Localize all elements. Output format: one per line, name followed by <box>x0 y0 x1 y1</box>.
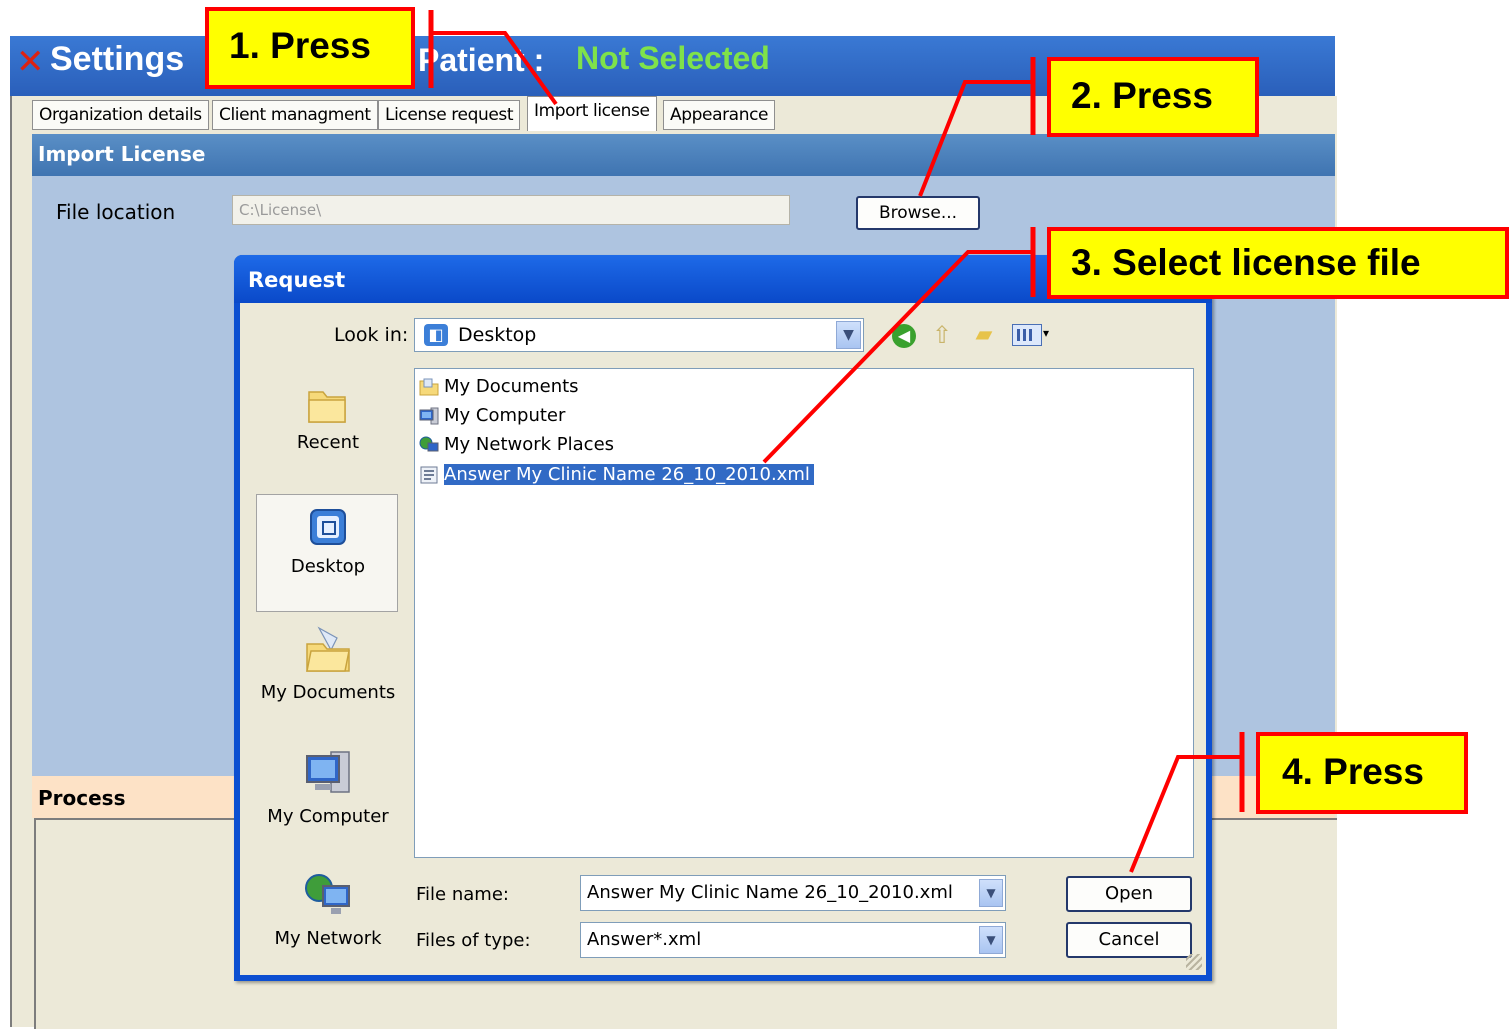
xml-file-icon <box>420 466 438 484</box>
import-license-header <box>32 134 1335 176</box>
file-location-input[interactable]: C:\License\ <box>232 195 790 225</box>
my-computer-icon <box>306 751 350 793</box>
place-my-computer[interactable]: My Computer <box>256 748 400 827</box>
patient-label: Patient : <box>418 42 545 78</box>
callout-step-2: 2. Press <box>1047 57 1259 137</box>
patient-value: Not Selected <box>576 40 770 76</box>
file-name-input[interactable]: Answer My Clinic Name 26_10_2010.xml ▼ <box>580 875 1006 911</box>
views-menu-icon[interactable] <box>1012 324 1042 346</box>
tab-import-license[interactable]: Import license <box>527 96 657 131</box>
up-folder-icon[interactable]: ⇧ <box>930 322 954 348</box>
place-label: My Network <box>274 928 382 949</box>
tab-appearance[interactable]: Appearance <box>663 100 776 130</box>
tab-organization-details[interactable]: Organization details <box>32 100 209 130</box>
place-my-network[interactable]: My Network <box>256 870 400 949</box>
callout-step-4: 4. Press <box>1256 732 1468 814</box>
my-network-icon <box>305 874 350 914</box>
chevron-down-icon[interactable]: ▼ <box>836 321 861 349</box>
tab-license-request[interactable]: License request <box>378 100 521 130</box>
file-item-label: My Network Places <box>444 434 615 455</box>
file-item-label: My Documents <box>444 376 579 397</box>
my-documents-icon <box>419 378 439 396</box>
process-title: Process <box>38 786 126 810</box>
file-item-my-documents[interactable]: My Documents <box>418 374 579 400</box>
back-icon[interactable]: ◀ <box>892 324 916 348</box>
file-name-label: File name: <box>416 884 509 905</box>
file-type-value: Answer*.xml <box>587 929 702 950</box>
callout-step-1: 1. Press <box>205 7 415 89</box>
views-dropdown-icon[interactable]: ▾ <box>1043 326 1049 340</box>
look-in-value: Desktop <box>458 324 537 346</box>
place-label: My Documents <box>260 682 396 703</box>
look-in-label: Look in: <box>334 324 409 346</box>
browse-button[interactable]: Browse... <box>856 196 980 230</box>
my-documents-icon <box>306 626 350 672</box>
place-label: My Computer <box>267 806 389 827</box>
file-type-select[interactable]: Answer*.xml ▼ <box>580 922 1006 958</box>
place-my-documents[interactable]: My Documents <box>256 624 400 703</box>
file-item-label: My Computer <box>444 405 566 426</box>
window-title: Settings <box>50 40 185 78</box>
place-label: Recent <box>296 432 360 453</box>
network-places-icon <box>419 436 439 452</box>
new-folder-icon[interactable]: ▰ <box>970 322 998 348</box>
app-logo-icon: ✕ <box>16 42 45 82</box>
place-desktop[interactable]: Desktop <box>256 506 400 577</box>
cancel-button[interactable]: Cancel <box>1066 922 1192 958</box>
chevron-down-icon[interactable]: ▼ <box>979 879 1003 907</box>
my-computer-icon <box>419 407 439 425</box>
desktop-icon <box>310 509 346 545</box>
file-item-label: Answer My Clinic Name 26_10_2010.xml <box>444 464 814 485</box>
file-location-label: File location <box>56 200 176 224</box>
import-license-title: Import License <box>38 142 206 166</box>
file-name-value: Answer My Clinic Name 26_10_2010.xml <box>587 882 953 903</box>
file-item-my-network-places[interactable]: My Network Places <box>418 432 614 458</box>
dialog-title: Request <box>248 268 346 292</box>
desktop-icon: ◧ <box>424 324 448 346</box>
open-button[interactable]: Open <box>1066 876 1192 912</box>
place-label: Desktop <box>290 556 366 577</box>
place-recent[interactable]: Recent <box>256 384 400 453</box>
recent-folder-icon <box>308 391 346 423</box>
chevron-down-icon[interactable]: ▼ <box>979 926 1003 954</box>
callout-step-3: 3. Select license file <box>1047 227 1509 299</box>
file-item-license-xml[interactable]: Answer My Clinic Name 26_10_2010.xml <box>418 462 814 488</box>
tab-client-managment[interactable]: Client managment <box>212 100 378 130</box>
file-type-label: Files of type: <box>416 930 531 951</box>
file-item-my-computer[interactable]: My Computer <box>418 403 565 429</box>
resize-grip-icon[interactable] <box>1186 954 1202 970</box>
